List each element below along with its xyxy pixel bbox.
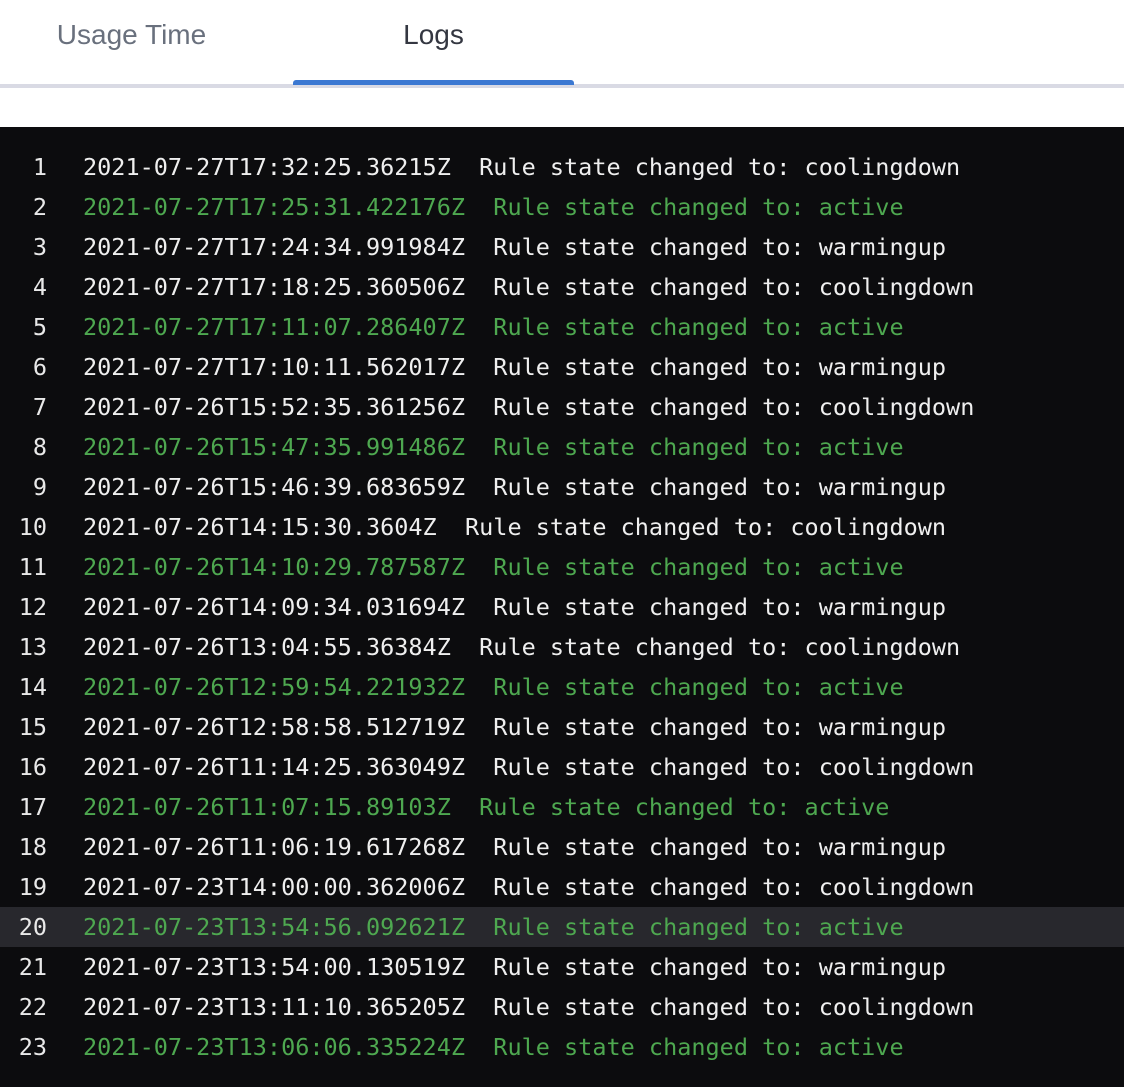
log-line-text: 2021-07-26T14:09:34.031694Z Rule state c… (83, 587, 946, 627)
log-line-text: 2021-07-27T17:24:34.991984Z Rule state c… (83, 227, 946, 267)
log-line-text: 2021-07-23T13:11:10.365205Z Rule state c… (83, 987, 974, 1027)
log-rows-container: 1 2021-07-27T17:32:25.36215Z Rule state … (0, 147, 1124, 1067)
log-row[interactable]: 20 2021-07-23T13:54:56.092621Z Rule stat… (0, 907, 1124, 947)
log-row[interactable]: 7 2021-07-26T15:52:35.361256Z Rule state… (0, 387, 1124, 427)
log-line-number: 12 (0, 587, 47, 627)
log-line-number: 17 (0, 787, 47, 827)
tab-usage-time[interactable]: Usage Time (0, 0, 263, 84)
log-row[interactable]: 14 2021-07-26T12:59:54.221932Z Rule stat… (0, 667, 1124, 707)
log-line-number: 9 (0, 467, 47, 507)
log-line-text: 2021-07-26T11:14:25.363049Z Rule state c… (83, 747, 974, 787)
log-line-number: 15 (0, 707, 47, 747)
log-line-number: 14 (0, 667, 47, 707)
log-line-number: 20 (0, 907, 47, 947)
log-line-number: 13 (0, 627, 47, 667)
log-line-text: 2021-07-26T13:04:55.36384Z Rule state ch… (83, 627, 960, 667)
log-row[interactable]: 1 2021-07-27T17:32:25.36215Z Rule state … (0, 147, 1124, 187)
log-line-number: 21 (0, 947, 47, 987)
log-line-number: 7 (0, 387, 47, 427)
log-viewer-panel: 1 2021-07-27T17:32:25.36215Z Rule state … (0, 127, 1124, 1087)
tab-usage-time-label: Usage Time (57, 19, 206, 51)
log-line-number: 4 (0, 267, 47, 307)
log-line-text: 2021-07-26T15:47:35.991486Z Rule state c… (83, 427, 904, 467)
log-line-number: 1 (0, 147, 47, 187)
log-line-number: 16 (0, 747, 47, 787)
log-line-text: 2021-07-26T15:52:35.361256Z Rule state c… (83, 387, 974, 427)
log-row[interactable]: 15 2021-07-26T12:58:58.512719Z Rule stat… (0, 707, 1124, 747)
header-panel-spacer (0, 88, 1124, 127)
log-line-text: 2021-07-26T11:07:15.89103Z Rule state ch… (83, 787, 889, 827)
log-row[interactable]: 23 2021-07-23T13:06:06.335224Z Rule stat… (0, 1027, 1124, 1067)
log-line-text: 2021-07-23T13:54:00.130519Z Rule state c… (83, 947, 946, 987)
log-row[interactable]: 17 2021-07-26T11:07:15.89103Z Rule state… (0, 787, 1124, 827)
log-line-text: 2021-07-23T14:00:00.362006Z Rule state c… (83, 867, 974, 907)
log-line-text: 2021-07-23T13:54:56.092621Z Rule state c… (83, 907, 904, 947)
log-line-text: 2021-07-27T17:10:11.562017Z Rule state c… (83, 347, 946, 387)
log-row[interactable]: 22 2021-07-23T13:11:10.365205Z Rule stat… (0, 987, 1124, 1027)
log-line-text: 2021-07-27T17:11:07.286407Z Rule state c… (83, 307, 904, 347)
log-line-number: 10 (0, 507, 47, 547)
tab-logs-label: Logs (403, 19, 464, 51)
tab-logs[interactable]: Logs (293, 0, 574, 84)
log-row[interactable]: 5 2021-07-27T17:11:07.286407Z Rule state… (0, 307, 1124, 347)
log-line-number: 5 (0, 307, 47, 347)
log-line-text: 2021-07-26T14:15:30.3604Z Rule state cha… (83, 507, 946, 547)
log-line-text: 2021-07-27T17:32:25.36215Z Rule state ch… (83, 147, 960, 187)
log-row[interactable]: 18 2021-07-26T11:06:19.617268Z Rule stat… (0, 827, 1124, 867)
log-line-text: 2021-07-26T14:10:29.787587Z Rule state c… (83, 547, 904, 587)
log-line-number: 18 (0, 827, 47, 867)
log-line-number: 6 (0, 347, 47, 387)
log-line-number: 8 (0, 427, 47, 467)
log-line-number: 22 (0, 987, 47, 1027)
log-row[interactable]: 11 2021-07-26T14:10:29.787587Z Rule stat… (0, 547, 1124, 587)
log-line-number: 2 (0, 187, 47, 227)
log-line-text: 2021-07-26T12:58:58.512719Z Rule state c… (83, 707, 946, 747)
log-row[interactable]: 9 2021-07-26T15:46:39.683659Z Rule state… (0, 467, 1124, 507)
log-row[interactable]: 10 2021-07-26T14:15:30.3604Z Rule state … (0, 507, 1124, 547)
log-line-number: 3 (0, 227, 47, 267)
log-line-number: 11 (0, 547, 47, 587)
log-row[interactable]: 8 2021-07-26T15:47:35.991486Z Rule state… (0, 427, 1124, 467)
log-line-text: 2021-07-26T12:59:54.221932Z Rule state c… (83, 667, 904, 707)
log-line-text: 2021-07-26T11:06:19.617268Z Rule state c… (83, 827, 946, 867)
active-tab-underline (293, 80, 574, 85)
log-row[interactable]: 2 2021-07-27T17:25:31.422176Z Rule state… (0, 187, 1124, 227)
log-row[interactable]: 4 2021-07-27T17:18:25.360506Z Rule state… (0, 267, 1124, 307)
log-row[interactable]: 3 2021-07-27T17:24:34.991984Z Rule state… (0, 227, 1124, 267)
log-row[interactable]: 21 2021-07-23T13:54:00.130519Z Rule stat… (0, 947, 1124, 987)
log-line-text: 2021-07-23T13:06:06.335224Z Rule state c… (83, 1027, 904, 1067)
log-row[interactable]: 13 2021-07-26T13:04:55.36384Z Rule state… (0, 627, 1124, 667)
log-line-text: 2021-07-27T17:18:25.360506Z Rule state c… (83, 267, 974, 307)
log-row[interactable]: 12 2021-07-26T14:09:34.031694Z Rule stat… (0, 587, 1124, 627)
log-line-number: 19 (0, 867, 47, 907)
tab-bar: Usage Time Logs (0, 0, 1124, 88)
log-row[interactable]: 19 2021-07-23T14:00:00.362006Z Rule stat… (0, 867, 1124, 907)
log-row[interactable]: 16 2021-07-26T11:14:25.363049Z Rule stat… (0, 747, 1124, 787)
log-row[interactable]: 6 2021-07-27T17:10:11.562017Z Rule state… (0, 347, 1124, 387)
log-line-text: 2021-07-26T15:46:39.683659Z Rule state c… (83, 467, 946, 507)
log-line-text: 2021-07-27T17:25:31.422176Z Rule state c… (83, 187, 904, 227)
log-line-number: 23 (0, 1027, 47, 1067)
